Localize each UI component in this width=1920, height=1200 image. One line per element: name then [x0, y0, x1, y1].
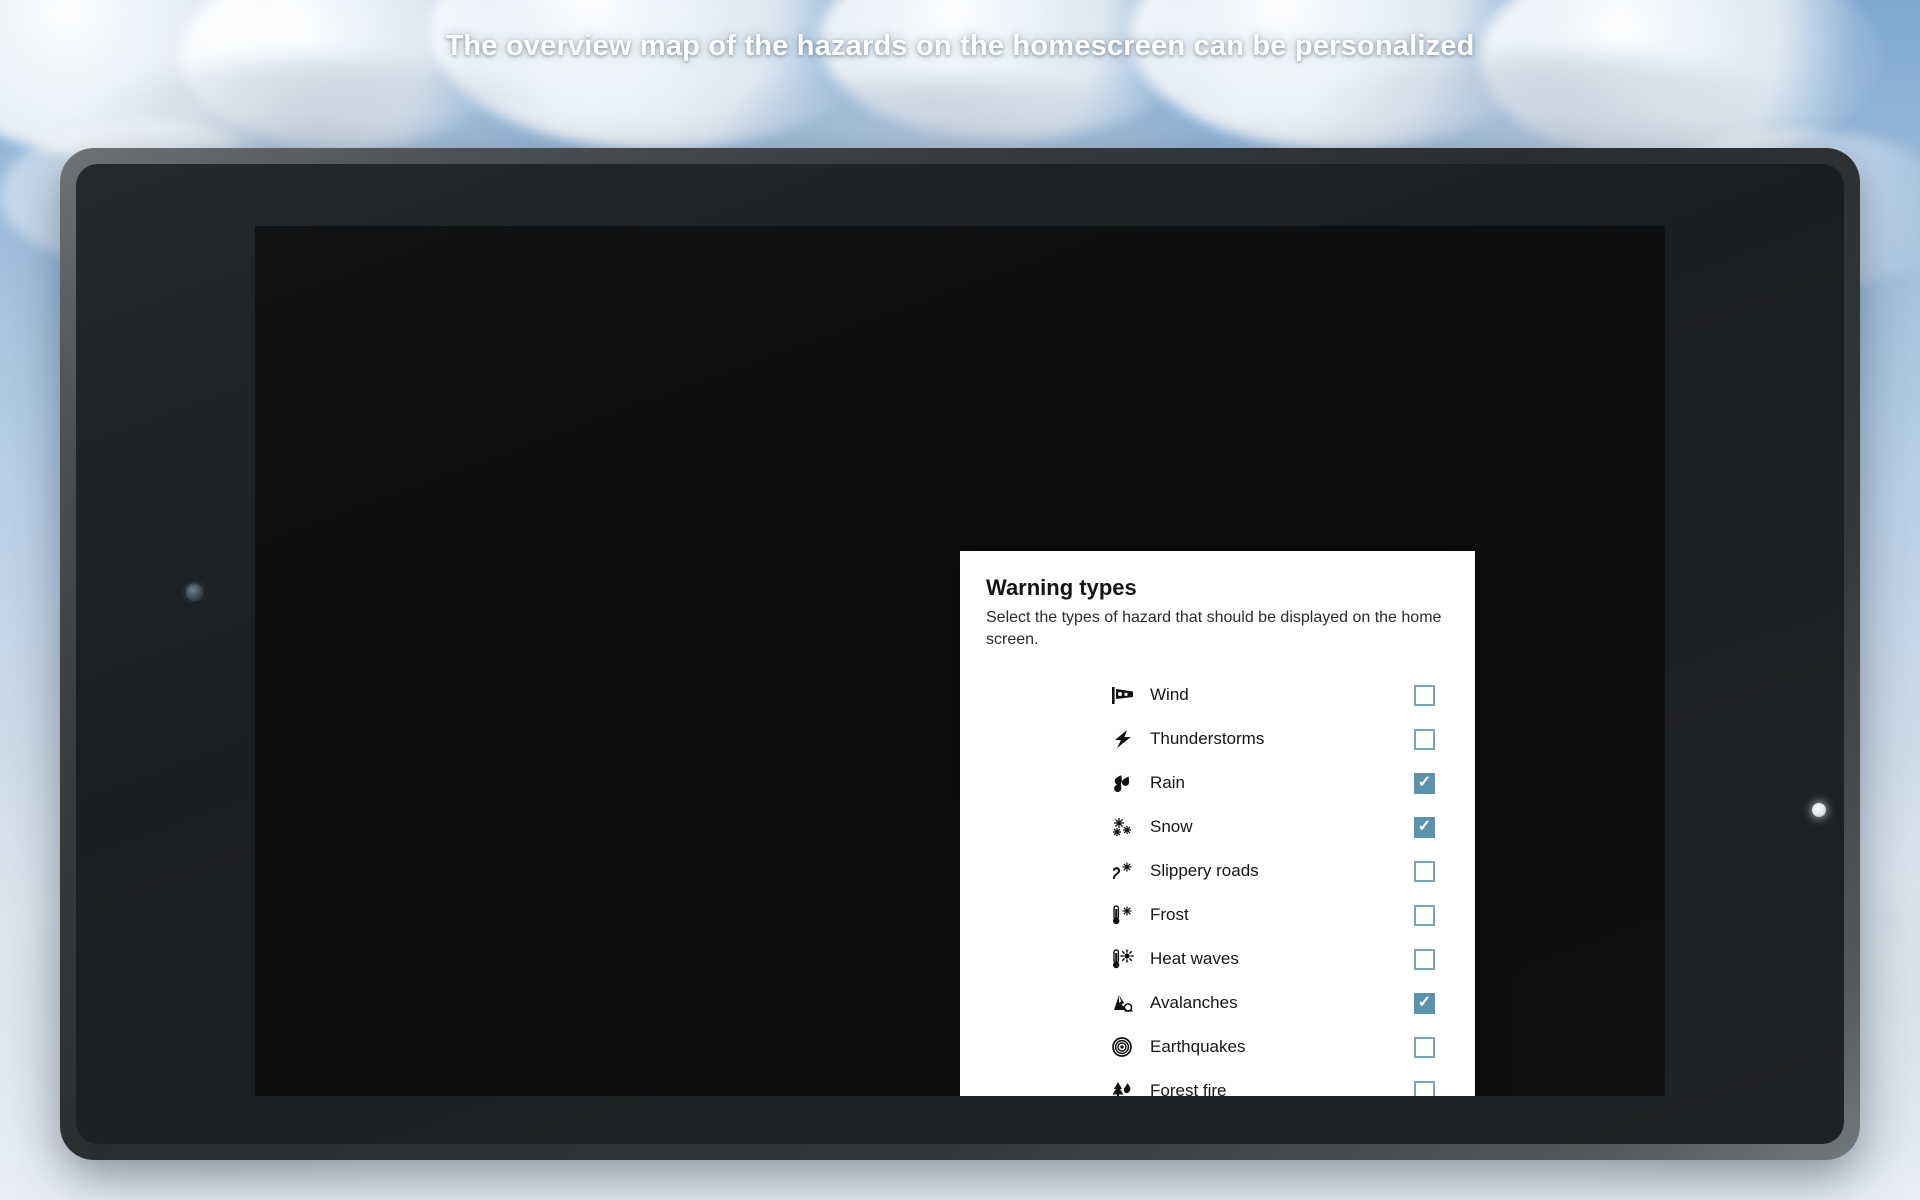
device-screen: 94% 18:22 Customize home screen ✓ Naviga… — [255, 226, 1665, 1096]
lightning-icon — [1106, 729, 1140, 749]
warning-type-row-slippery-roads[interactable]: Slippery roads — [986, 849, 1449, 893]
warning-type-checkbox[interactable] — [1414, 992, 1435, 1014]
warning-type-label: Heat waves — [1150, 949, 1239, 968]
warning-type-checkbox[interactable] — [1414, 1036, 1435, 1058]
warning-type-checkbox[interactable] — [1414, 948, 1435, 970]
snowflakes-icon — [1106, 817, 1140, 837]
warning-type-label: Snow — [1150, 817, 1193, 836]
warning-type-label: Avalanches — [1150, 993, 1238, 1012]
warning-types-dialog: Warning types Select the types of hazard… — [960, 551, 1475, 1096]
warning-type-label: Forest fire — [1150, 1081, 1227, 1096]
dialog-title: Warning types — [986, 575, 1137, 600]
avalanche-icon — [1106, 993, 1140, 1013]
warning-type-checkbox[interactable] — [1414, 684, 1435, 706]
warning-type-label: Wind — [1150, 685, 1189, 704]
warning-type-checkbox[interactable] — [1414, 860, 1435, 882]
warning-type-row-avalanches[interactable]: Avalanches — [986, 981, 1449, 1025]
warning-type-row-heat-waves[interactable]: Heat waves — [986, 937, 1449, 981]
thermometer-sun-icon — [1106, 949, 1140, 969]
forest-fire-icon — [1106, 1081, 1140, 1096]
warning-type-label: Thunderstorms — [1150, 729, 1265, 748]
warning-types-list: Wind Thunderstorms Rain ✓ Snow ✓ Slipper… — [986, 673, 1449, 1096]
earthquake-icon — [1106, 1037, 1140, 1057]
page-caption: The overview map of the hazards on the h… — [445, 30, 1475, 62]
warning-type-row-frost[interactable]: Frost — [986, 893, 1449, 937]
front-camera-icon — [184, 582, 206, 604]
warning-type-checkbox[interactable] — [1414, 816, 1435, 838]
status-led-icon — [1812, 803, 1826, 817]
windsock-icon — [1106, 685, 1140, 705]
slippery-road-icon — [1106, 861, 1140, 881]
warning-type-checkbox[interactable] — [1414, 1080, 1435, 1096]
warning-type-row-wind[interactable]: Wind — [986, 673, 1449, 717]
warning-type-row-earthquakes[interactable]: Earthquakes — [986, 1025, 1449, 1069]
warning-type-row-snow[interactable]: Snow — [986, 805, 1449, 849]
raindrops-icon — [1106, 773, 1140, 793]
warning-type-row-forest-fire[interactable]: Forest fire — [986, 1069, 1449, 1096]
warning-type-label: Slippery roads — [1150, 861, 1259, 880]
warning-type-label: Frost — [1150, 905, 1189, 924]
warning-type-row-rain[interactable]: Rain — [986, 761, 1449, 805]
warning-type-label: Earthquakes — [1150, 1037, 1246, 1056]
warning-type-label: Rain — [1150, 773, 1185, 792]
warning-type-checkbox[interactable] — [1414, 772, 1435, 794]
warning-type-row-thunderstorms[interactable]: Thunderstorms — [986, 717, 1449, 761]
warning-type-checkbox[interactable] — [1414, 904, 1435, 926]
warning-type-checkbox[interactable] — [1414, 728, 1435, 750]
thermometer-snow-icon — [1106, 905, 1140, 925]
dialog-subtitle: Select the types of hazard that should b… — [986, 609, 1442, 648]
